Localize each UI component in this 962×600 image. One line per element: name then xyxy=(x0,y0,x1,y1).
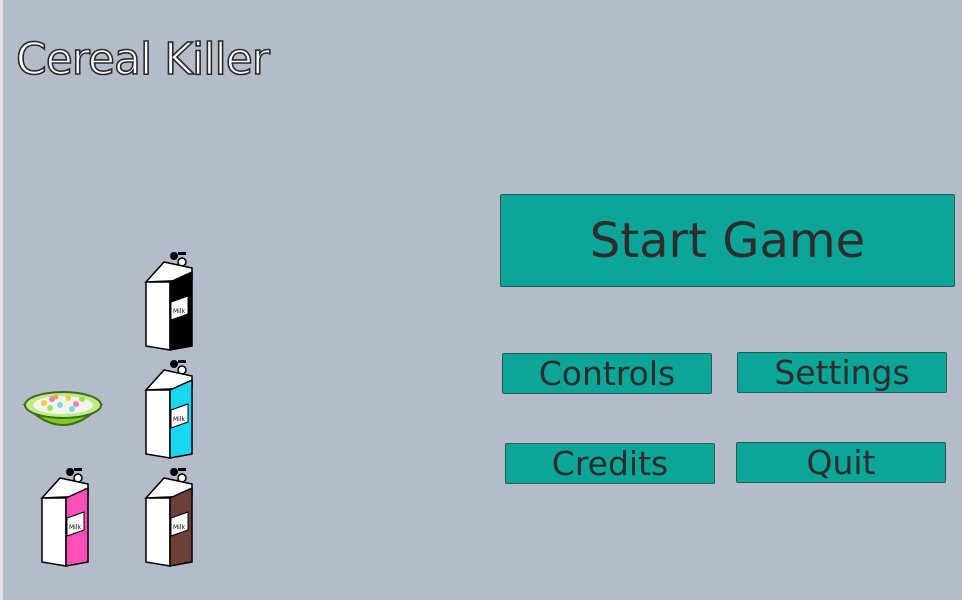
game-title: Cereal Killer xyxy=(15,34,270,85)
controls-button[interactable]: Controls xyxy=(502,353,712,394)
carton-label: Milk xyxy=(69,524,82,531)
carton-label: Milk xyxy=(173,524,186,531)
settings-button[interactable]: Settings xyxy=(737,352,947,393)
black-milk-carton-icon: Milk xyxy=(144,252,193,351)
pink-milk-carton-icon: Milk xyxy=(40,468,89,567)
cereal-bowl-icon xyxy=(22,391,104,426)
blue-milk-carton-icon: Milk xyxy=(144,360,193,459)
carton-label: Milk xyxy=(173,416,186,423)
credits-button[interactable]: Credits xyxy=(505,443,715,484)
brown-milk-carton-icon: Milk xyxy=(144,468,193,567)
window-edge xyxy=(0,0,3,600)
start-game-button[interactable]: Start Game xyxy=(500,194,955,287)
quit-button[interactable]: Quit xyxy=(736,442,946,483)
carton-label: Milk xyxy=(173,308,186,315)
